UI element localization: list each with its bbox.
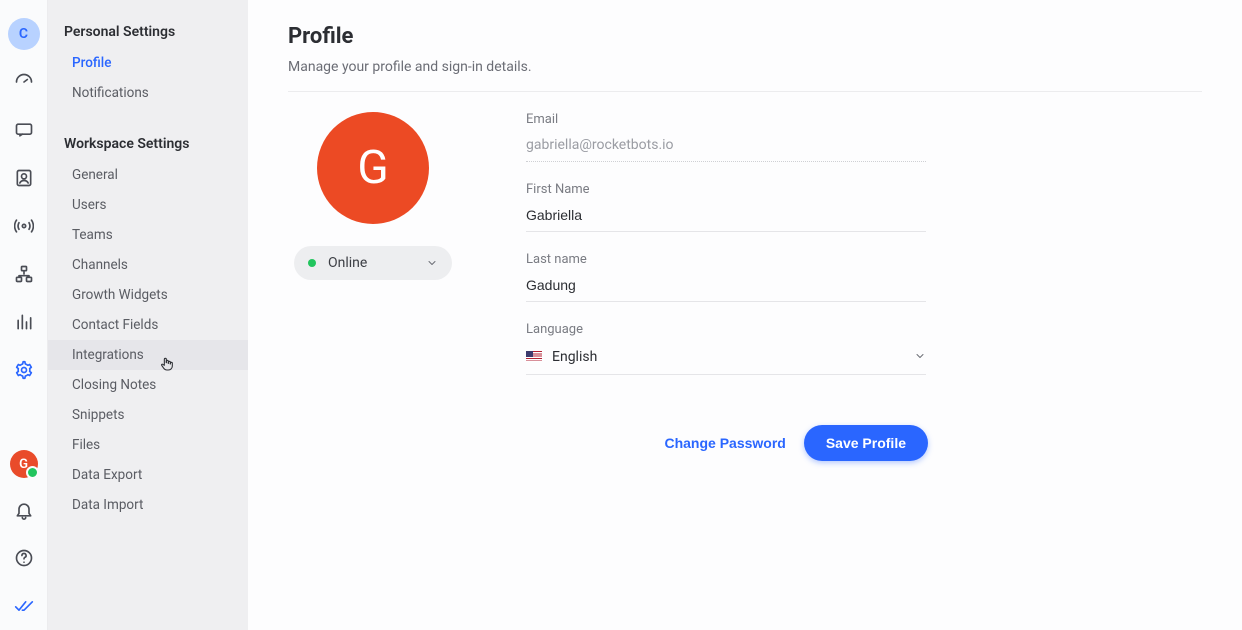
main-content: Profile Manage your profile and sign-in … [248, 0, 1242, 630]
sidebar-item-profile[interactable]: Profile [48, 48, 248, 78]
personal-settings-header: Personal Settings [48, 18, 248, 48]
chevron-down-icon [914, 347, 926, 366]
workflows-icon[interactable] [8, 258, 40, 290]
double-check-icon[interactable] [8, 590, 40, 622]
org-badge[interactable]: C [8, 18, 40, 50]
sidebar-item-contact-fields[interactable]: Contact Fields [48, 310, 248, 340]
sidebar-item-growth-widgets[interactable]: Growth Widgets [48, 280, 248, 310]
notifications-icon[interactable] [8, 494, 40, 526]
first-name-label: First Name [526, 182, 926, 197]
last-name-field[interactable] [526, 273, 926, 302]
page-subtitle: Manage your profile and sign-in details. [288, 59, 1202, 92]
sidebar-item-data-export[interactable]: Data Export [48, 460, 248, 490]
rail-avatar[interactable]: G [10, 450, 38, 478]
sidebar-item-notifications[interactable]: Notifications [48, 78, 248, 108]
change-password-button[interactable]: Change Password [664, 435, 785, 451]
help-icon[interactable] [8, 542, 40, 574]
save-profile-button[interactable]: Save Profile [804, 425, 928, 461]
status-label: Online [328, 255, 426, 271]
sidebar-item-general[interactable]: General [48, 160, 248, 190]
sidebar-item-integrations[interactable]: Integrations [48, 340, 248, 370]
workspace-settings-header: Workspace Settings [48, 130, 248, 160]
email-label: Email [526, 112, 926, 127]
contacts-icon[interactable] [8, 162, 40, 194]
sidebar-item-teams[interactable]: Teams [48, 220, 248, 250]
email-field: gabriella@rocketbots.io [526, 133, 926, 162]
messages-icon[interactable] [8, 114, 40, 146]
sidebar-item-snippets[interactable]: Snippets [48, 400, 248, 430]
language-label: Language [526, 322, 926, 337]
dashboard-icon[interactable] [8, 66, 40, 98]
language-dropdown[interactable]: English [526, 343, 926, 375]
profile-avatar[interactable]: G [317, 112, 429, 224]
sidebar-item-files[interactable]: Files [48, 430, 248, 460]
sidebar-item-data-import[interactable]: Data Import [48, 490, 248, 520]
status-dot-icon [308, 259, 316, 267]
status-dropdown[interactable]: Online [294, 246, 452, 280]
last-name-label: Last name [526, 252, 926, 267]
sidebar-item-users[interactable]: Users [48, 190, 248, 220]
settings-icon[interactable] [8, 354, 40, 386]
language-value: English [552, 349, 914, 365]
nav-rail: C G [0, 0, 48, 630]
page-title: Profile [288, 24, 1202, 49]
broadcast-icon[interactable] [8, 210, 40, 242]
flag-icon [526, 351, 542, 362]
sidebar-item-channels[interactable]: Channels [48, 250, 248, 280]
sidebar-item-closing-notes[interactable]: Closing Notes [48, 370, 248, 400]
first-name-field[interactable] [526, 203, 926, 232]
chevron-down-icon [426, 254, 438, 273]
settings-sidebar: Personal Settings Profile Notifications … [48, 0, 248, 630]
reports-icon[interactable] [8, 306, 40, 338]
